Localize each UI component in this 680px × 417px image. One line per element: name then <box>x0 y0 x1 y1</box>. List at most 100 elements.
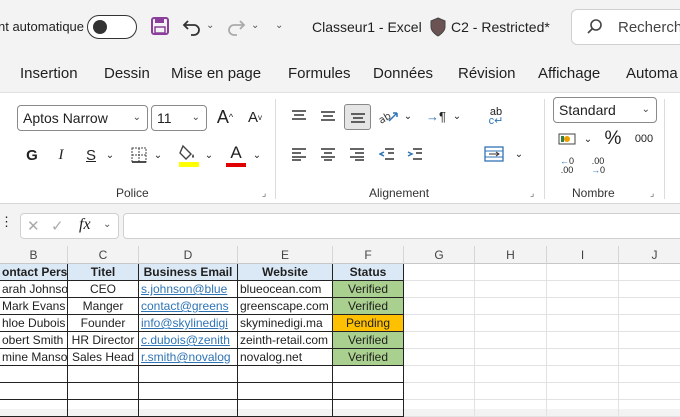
table-cell[interactable] <box>0 383 68 400</box>
grid-cell[interactable] <box>404 264 475 281</box>
grid-cell[interactable] <box>475 366 547 383</box>
table-header-cell[interactable]: Website <box>238 264 333 281</box>
table-cell[interactable] <box>139 366 238 383</box>
column-header-j[interactable]: J <box>619 246 680 264</box>
borders-icon[interactable] <box>128 143 150 167</box>
grid-cell[interactable] <box>475 383 547 400</box>
grid-cell[interactable] <box>619 332 680 349</box>
grid-cell[interactable] <box>547 366 619 383</box>
decrease-decimal-icon[interactable]: .00 →0 <box>587 155 609 177</box>
grid-cell[interactable] <box>475 332 547 349</box>
alignement-dialog-launcher-icon[interactable]: ⌟ <box>530 188 534 199</box>
text-direction-dropdown-icon[interactable]: ⌄ <box>451 108 463 124</box>
table-header-cell[interactable]: Business Email <box>139 264 238 281</box>
table-header-cell[interactable]: Titel <box>68 264 139 281</box>
merge-center-icon[interactable] <box>482 143 506 165</box>
table-cell[interactable]: HR Director <box>68 332 139 349</box>
worksheet-grid[interactable]: B C D E F G H I J ontact PersonTitelBusi… <box>0 246 680 417</box>
tab-mise-en-page[interactable]: Mise en page <box>171 65 261 82</box>
grid-cell[interactable] <box>404 281 475 298</box>
grid-cell[interactable] <box>404 332 475 349</box>
sensitivity-label[interactable]: C2 - Restricted* <box>451 19 550 35</box>
font-color-button[interactable]: A <box>225 141 247 169</box>
table-cell[interactable]: obert Smith <box>0 332 68 349</box>
table-cell[interactable]: skyminedigi.ma <box>238 315 333 332</box>
table-cell[interactable] <box>68 366 139 383</box>
table-cell[interactable] <box>68 383 139 400</box>
shield-icon[interactable] <box>429 17 447 42</box>
tab-insertion[interactable]: Insertion <box>20 65 78 82</box>
wrap-text-icon[interactable]: ab c↵ <box>484 105 508 129</box>
table-cell[interactable] <box>333 383 404 400</box>
undo-icon[interactable] <box>180 14 204 38</box>
table-header-cell[interactable]: ontact Person <box>0 264 68 281</box>
grid-cell[interactable] <box>619 349 680 366</box>
font-size-select[interactable]: 11 ⌄ <box>151 105 207 131</box>
status-cell[interactable]: Verified <box>333 281 404 298</box>
undo-dropdown-icon[interactable]: ⌄ <box>206 20 214 31</box>
fill-color-icon[interactable] <box>178 141 200 169</box>
percent-button[interactable]: % <box>602 127 624 151</box>
increase-indent-icon[interactable] <box>404 143 426 165</box>
grid-cell[interactable] <box>404 315 475 332</box>
table-cell[interactable]: blueocean.com <box>238 281 333 298</box>
font-color-dropdown-icon[interactable]: ⌄ <box>251 147 263 163</box>
status-cell[interactable]: Verified <box>333 332 404 349</box>
underline-dropdown-icon[interactable]: ⌄ <box>104 147 116 163</box>
thousands-button[interactable]: 000 <box>631 129 657 149</box>
align-middle-icon[interactable] <box>317 105 339 127</box>
police-dialog-launcher-icon[interactable]: ⌟ <box>262 188 266 199</box>
column-header-h[interactable]: H <box>475 246 547 264</box>
table-cell[interactable]: novalog.net <box>238 349 333 366</box>
save-icon[interactable] <box>148 14 172 38</box>
grid-cell[interactable] <box>547 332 619 349</box>
table-cell[interactable]: zeinth-retail.com <box>238 332 333 349</box>
column-header-b[interactable]: B <box>0 246 68 264</box>
align-bottom-icon[interactable] <box>344 104 371 130</box>
bold-button[interactable]: G <box>21 143 43 167</box>
grid-cell[interactable] <box>475 281 547 298</box>
table-cell[interactable]: s.johnson@blue <box>139 281 238 298</box>
chevron-down-icon[interactable]: ⌄ <box>103 219 111 230</box>
column-header-i[interactable]: I <box>547 246 619 264</box>
number-format-select[interactable]: Standard ⌄ <box>553 97 657 123</box>
borders-dropdown-icon[interactable]: ⌄ <box>152 147 164 163</box>
autosave-toggle[interactable] <box>87 15 137 39</box>
align-top-icon[interactable] <box>288 105 310 127</box>
grid-cell[interactable] <box>475 315 547 332</box>
tab-automate[interactable]: Automa <box>626 65 678 82</box>
merge-dropdown-icon[interactable]: ⌄ <box>513 146 525 162</box>
table-cell[interactable]: hloe Dubois <box>0 315 68 332</box>
nombre-dialog-launcher-icon[interactable]: ⌟ <box>650 188 654 199</box>
grid-cell[interactable] <box>547 383 619 400</box>
tab-revision[interactable]: Révision <box>458 65 516 82</box>
more-options-icon[interactable]: ⋮ <box>0 214 13 230</box>
table-cell[interactable]: c.dubois@zenith <box>139 332 238 349</box>
table-cell[interactable] <box>333 366 404 383</box>
table-cell[interactable] <box>0 366 68 383</box>
tab-dessin[interactable]: Dessin <box>104 65 150 82</box>
grid-cell[interactable] <box>475 298 547 315</box>
confirm-icon[interactable]: ✓ <box>51 217 64 235</box>
underline-button[interactable]: S <box>80 143 102 167</box>
grid-cell[interactable] <box>619 281 680 298</box>
tab-formules[interactable]: Formules <box>288 65 351 82</box>
text-direction-icon[interactable]: → ¶ <box>424 105 448 127</box>
table-cell[interactable]: contact@greens <box>139 298 238 315</box>
table-cell[interactable]: arah Johnson <box>0 281 68 298</box>
font-name-select[interactable]: Aptos Narrow ⌄ <box>17 105 148 131</box>
customize-toolbar-icon[interactable]: ⌄ <box>275 20 283 31</box>
formula-input[interactable] <box>123 213 680 239</box>
tab-affichage[interactable]: Affichage <box>538 65 600 82</box>
redo-icon[interactable] <box>224 14 248 38</box>
grid-cell[interactable] <box>475 264 547 281</box>
column-header-d[interactable]: D <box>139 246 238 264</box>
italic-button[interactable]: I <box>50 143 72 167</box>
grid-cell[interactable] <box>404 298 475 315</box>
grid-cell[interactable] <box>475 349 547 366</box>
column-header-g[interactable]: G <box>404 246 475 264</box>
orientation-icon[interactable]: ab <box>376 105 400 127</box>
table-cell[interactable]: Manger <box>68 298 139 315</box>
grid-cell[interactable] <box>619 298 680 315</box>
table-cell[interactable]: Mark Evans <box>0 298 68 315</box>
